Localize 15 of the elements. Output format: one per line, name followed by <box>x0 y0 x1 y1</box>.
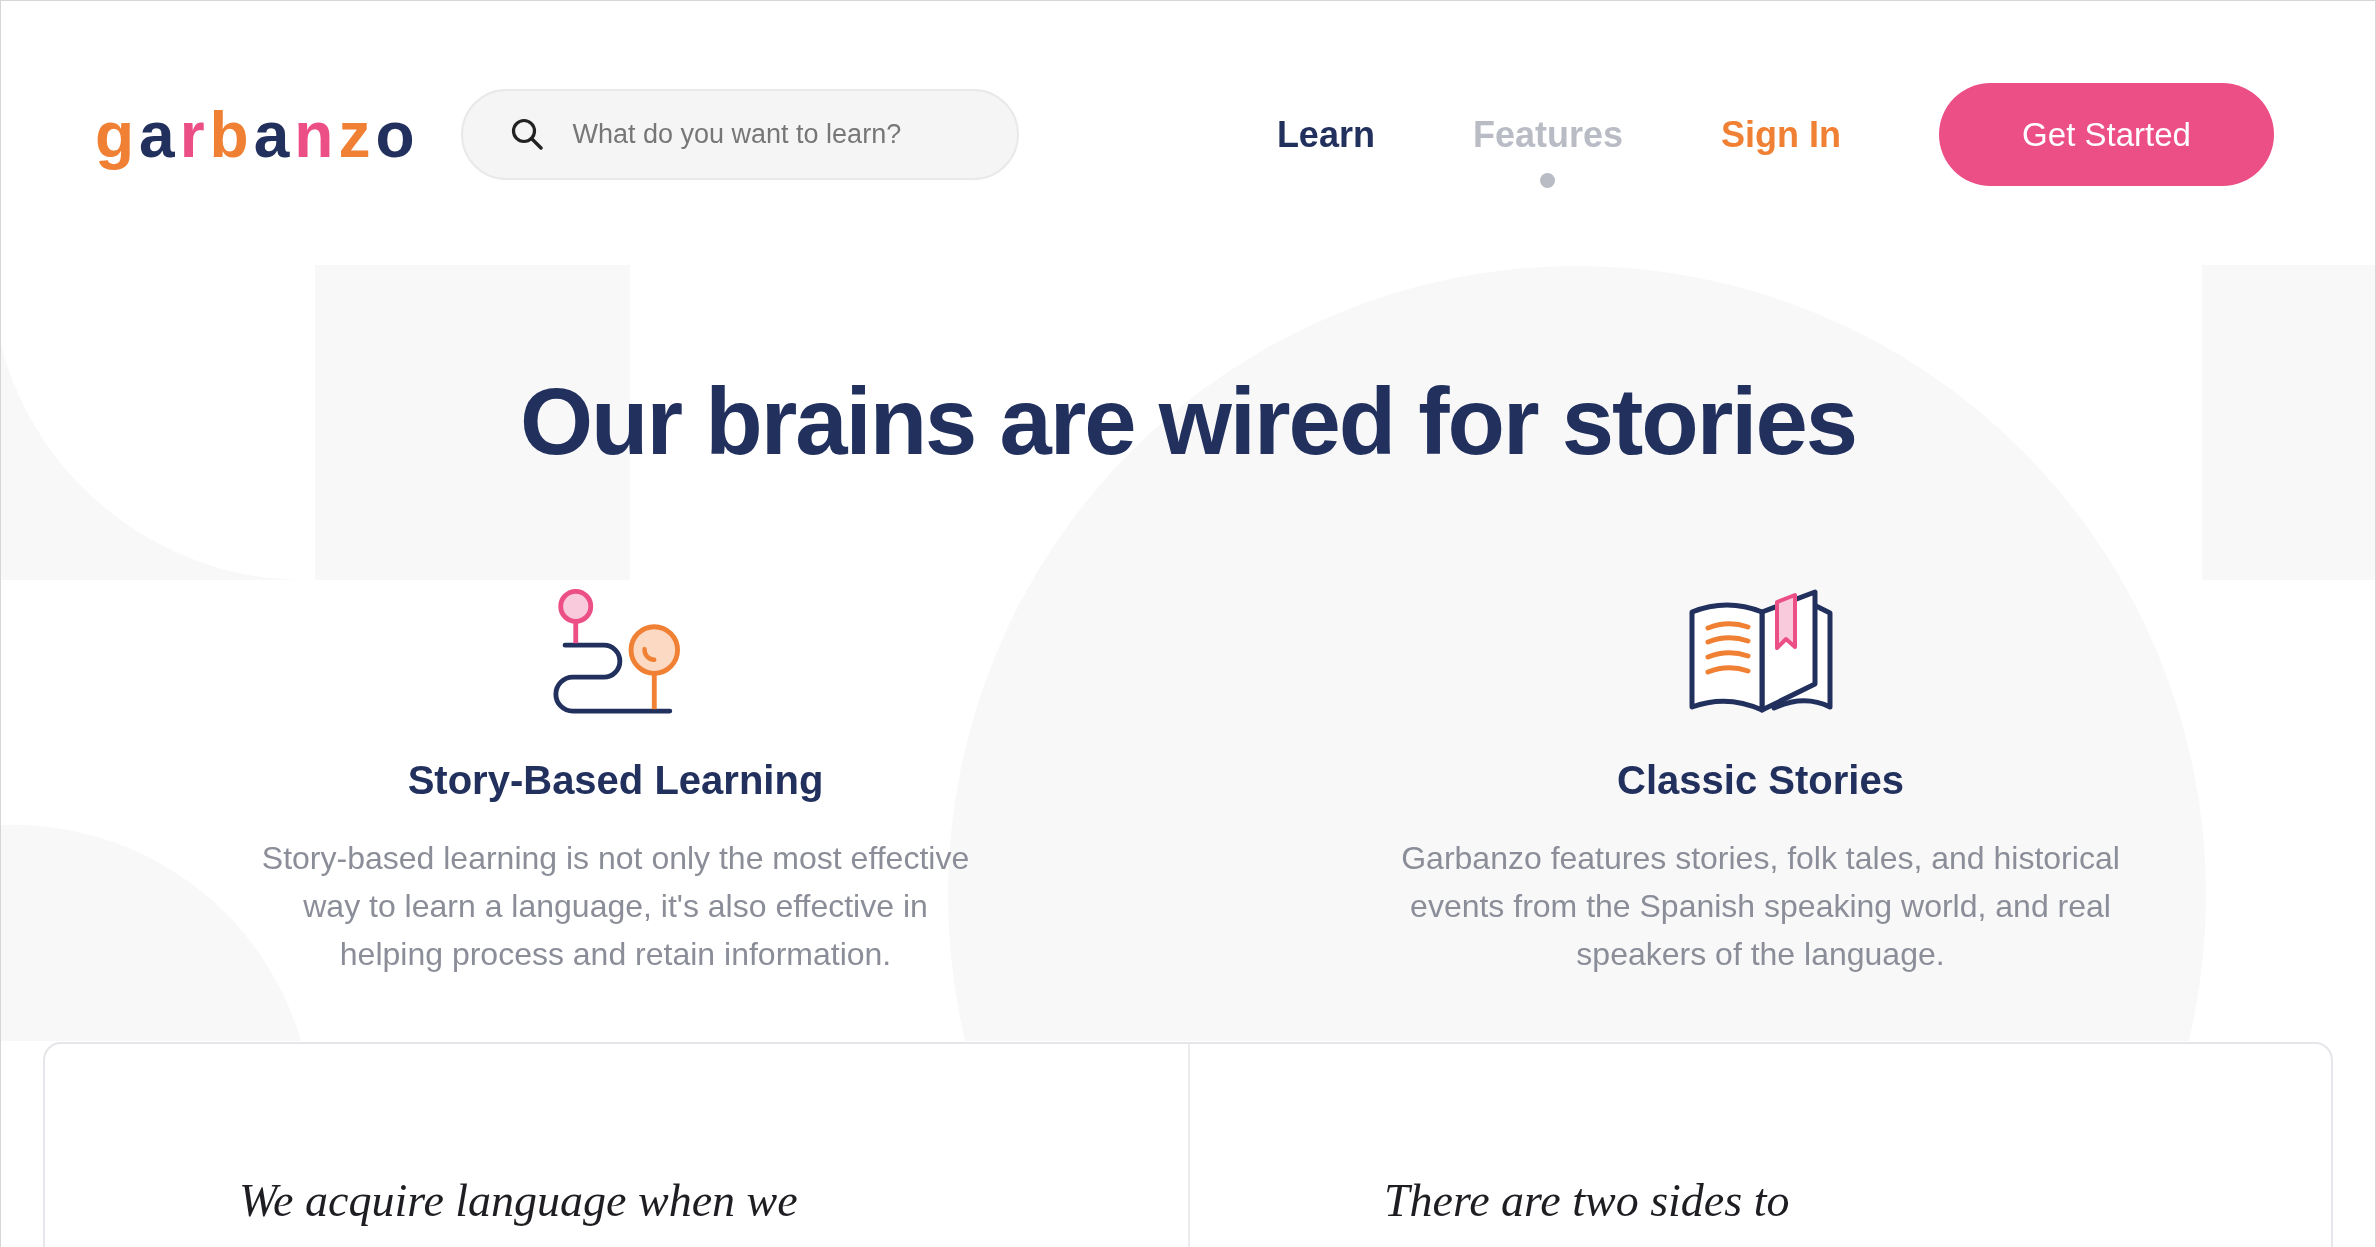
quote-text: We acquire language when we <box>239 1174 799 1228</box>
open-book-icon <box>1687 587 1834 715</box>
sign-in-link[interactable]: Sign In <box>1721 112 1841 157</box>
headline: Our brains are wired for stories <box>519 368 1857 476</box>
search-icon <box>511 118 544 150</box>
feature-title: Classic Stories <box>1617 757 1904 804</box>
feature-title: Story-Based Learning <box>407 757 824 804</box>
quote-text: There are two sides to <box>1384 1174 1791 1228</box>
feature-description: Story-based learning is not only the most effective way to learn a language, it's also effective in helping process and retain information. <box>260 839 971 974</box>
get-started-button[interactable]: Get Started <box>1939 83 2274 186</box>
indicator-dot-icon <box>1539 173 1555 189</box>
nav-link[interactable]: Features <box>1472 112 1623 157</box>
search-field[interactable]: What do you want to learn? <box>461 89 1020 180</box>
nav-link[interactable]: Learn <box>1276 112 1375 157</box>
feature-description: Garbanzo features stories, folk tales, and historical events from the Spanish speaking world, and real speakers of the language. <box>1400 839 2121 974</box>
